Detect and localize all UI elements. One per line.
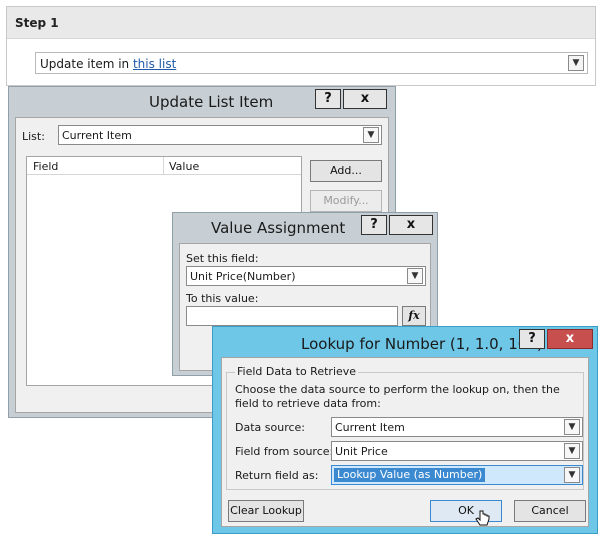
field-from-source-select-value: Unit Price <box>335 445 388 458</box>
data-source-label: Data source: <box>235 421 305 434</box>
set-field-label: Set this field: <box>186 252 259 265</box>
return-field-select[interactable]: Lookup Value (as Number) ▼ <box>331 465 583 485</box>
chevron-down-icon[interactable]: ▼ <box>407 268 423 284</box>
lookup-title: Lookup for Number (1, 1.0, 100) <box>301 335 543 353</box>
value-assignment-title: Value Assignment <box>211 219 346 237</box>
return-field-select-value: Lookup Value (as Number) <box>334 468 486 482</box>
update-list-item-title: Update List Item <box>149 93 274 111</box>
close-icon[interactable]: x <box>343 89 387 109</box>
step-action-row[interactable]: Update item in this list ▼ <box>35 52 588 74</box>
close-icon[interactable]: x <box>389 215 433 235</box>
field-from-source-label: Field from source: <box>235 445 334 458</box>
data-source-select[interactable]: Current Item ▼ <box>331 417 583 437</box>
modify-button[interactable]: Modify... <box>310 190 382 212</box>
list-select[interactable]: Current Item ▼ <box>58 125 382 145</box>
column-header-field[interactable]: Field <box>33 160 58 173</box>
cancel-button[interactable]: Cancel <box>514 500 586 522</box>
lookup-body: Field Data to Retrieve Choose the data s… <box>221 357 589 527</box>
lookup-dialog: Lookup for Number (1, 1.0, 100) ? x Fiel… <box>212 326 598 534</box>
step-panel: Step 1 Update item in this list ▼ <box>6 6 596 86</box>
column-header-value[interactable]: Value <box>169 160 199 173</box>
this-list-link[interactable]: this list <box>133 57 176 71</box>
to-value-label: To this value: <box>186 292 259 305</box>
chevron-down-icon[interactable]: ▼ <box>363 127 379 143</box>
step-action-prefix: Update item in <box>40 57 133 71</box>
chevron-down-icon[interactable]: ▼ <box>564 443 580 459</box>
column-separator[interactable] <box>163 157 164 174</box>
list-select-value: Current Item <box>62 129 132 142</box>
help-icon[interactable]: ? <box>361 215 387 235</box>
set-field-select[interactable]: Unit Price(Number) ▼ <box>186 266 426 286</box>
chevron-down-icon[interactable]: ▼ <box>564 467 580 483</box>
close-icon[interactable]: x <box>547 329 593 349</box>
help-icon[interactable]: ? <box>519 329 545 349</box>
field-list-header: Field Value <box>27 157 301 175</box>
add-button[interactable]: Add... <box>310 160 382 182</box>
set-field-select-value: Unit Price(Number) <box>190 270 296 283</box>
data-source-select-value: Current Item <box>335 421 405 434</box>
list-label: List: <box>22 130 45 143</box>
hand-cursor-icon <box>475 510 490 526</box>
field-data-group-label: Field Data to Retrieve <box>235 365 359 378</box>
help-icon[interactable]: ? <box>315 89 341 109</box>
step-action-text: Update item in this list <box>40 57 176 71</box>
function-icon[interactable]: fx <box>402 306 426 326</box>
field-data-group: Field Data to Retrieve Choose the data s… <box>226 365 584 490</box>
clear-lookup-button[interactable]: Clear Lookup <box>228 500 304 522</box>
return-field-label: Return field as: <box>235 469 319 482</box>
chevron-down-icon[interactable]: ▼ <box>564 419 580 435</box>
to-value-input[interactable] <box>186 306 398 326</box>
chevron-down-icon[interactable]: ▼ <box>568 55 584 71</box>
lookup-description: Choose the data source to perform the lo… <box>235 383 560 410</box>
step-title: Step 1 <box>15 16 59 30</box>
field-from-source-select[interactable]: Unit Price ▼ <box>331 441 583 461</box>
step-header: Step 1 <box>7 7 595 39</box>
